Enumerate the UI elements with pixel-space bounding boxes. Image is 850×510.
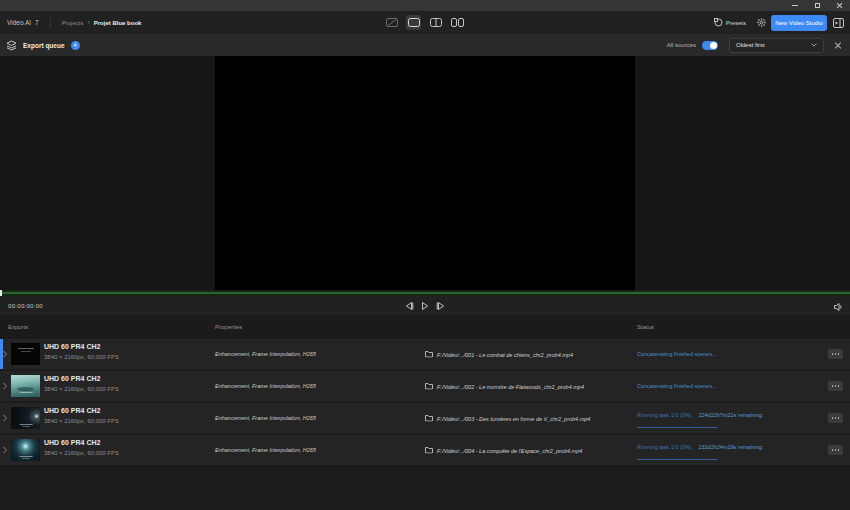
play-icon: [421, 301, 429, 310]
export-details: 3840 × 2160px, 60.000 FPS: [44, 418, 119, 424]
video-thumbnail[interactable]: [11, 343, 40, 365]
close-button[interactable]: [828, 0, 850, 11]
export-status: Running task 1/1 (0%)224d22h7m21s remain…: [637, 412, 762, 418]
maximize-button[interactable]: [806, 0, 828, 11]
main-toolbar: Video AI 7 Projects › Projet Blue book: [0, 11, 850, 34]
expand-chevron-icon[interactable]: [3, 415, 7, 422]
expand-chevron-icon[interactable]: [3, 383, 7, 390]
export-status: Running task 1/1 (0%)232d2h24m19s remain…: [637, 444, 762, 450]
maximize-icon: [815, 3, 820, 8]
export-file-path: F:/Vidéo/.../001 - Le combat de chiens_c…: [437, 351, 573, 357]
row-menu-button[interactable]: [828, 349, 843, 359]
folder-icon: [425, 383, 433, 390]
export-details: 3840 × 2160px, 60.000 FPS: [44, 450, 119, 456]
export-properties: Enhancement, Frame Interpolation, H265: [215, 447, 316, 453]
export-details: 3840 × 2160px, 60.000 FPS: [44, 354, 119, 360]
panel-icon: [833, 18, 844, 28]
column-header-properties: Properties: [215, 324, 242, 330]
export-title: UHD 60 PR4 CH2: [44, 375, 100, 382]
gear-icon: [757, 18, 766, 27]
export-row-3[interactable]: UHD 60 PR4 CH2 3840 × 2160px, 60.000 FPS…: [0, 403, 850, 433]
app-name: Video AI: [7, 19, 31, 26]
row-menu-button[interactable]: [828, 413, 843, 423]
export-row-4[interactable]: UHD 60 PR4 CH2 3840 × 2160px, 60.000 FPS…: [0, 435, 850, 465]
export-details: 3840 × 2160px, 60.000 FPS: [44, 386, 119, 392]
progress-bar: [637, 459, 717, 460]
all-sources-toggle[interactable]: [702, 41, 718, 50]
export-file-path: F:/Vidéo/.../004 - La conquête de l'Espa…: [437, 447, 582, 453]
queue-table-header: Exports Properties Status: [0, 315, 850, 339]
folder-icon: [425, 415, 433, 422]
breadcrumb-current-project[interactable]: Projet Blue book: [94, 20, 142, 26]
expand-chevron-icon[interactable]: [3, 351, 7, 358]
close-queue-button[interactable]: [834, 41, 842, 49]
video-thumbnail[interactable]: [11, 439, 40, 461]
row-menu-button[interactable]: [828, 445, 843, 455]
export-title: UHD 60 PR4 CH2: [44, 407, 100, 414]
single-view-button[interactable]: [406, 15, 421, 30]
export-row-2[interactable]: UHD 60 PR4 CH2 3840 × 2160px, 60.000 FPS…: [0, 371, 850, 401]
column-header-status: Status: [637, 324, 654, 330]
breadcrumb-separator-icon: ›: [87, 19, 89, 26]
next-frame-button[interactable]: [436, 301, 445, 310]
folder-icon: [425, 351, 433, 358]
export-properties: Enhancement, Frame Interpolation, H265: [215, 351, 316, 357]
split-view-button[interactable]: [428, 15, 443, 30]
export-queue-title: Export queue: [23, 42, 65, 49]
preview-area: [0, 56, 850, 290]
presets-button[interactable]: Presets: [714, 18, 746, 27]
folder-icon: [425, 447, 433, 454]
settings-button[interactable]: [757, 18, 766, 27]
app-window: Video AI 7 Projects › Projet Blue book: [0, 0, 850, 510]
export-queue-bar: Export queue 4 All sources Oldest first: [0, 34, 850, 56]
chevron-down-icon: [811, 43, 817, 47]
close-icon: [836, 2, 843, 9]
export-file-path: F:/Vidéo/.../002 - Le monstre de Flatwoo…: [437, 383, 584, 389]
export-title: UHD 60 PR4 CH2: [44, 343, 100, 350]
minimize-button[interactable]: [784, 0, 806, 11]
export-status[interactable]: Concatenating finished scenes...: [637, 383, 717, 389]
all-sources-label: All sources: [667, 42, 696, 48]
window-titlebar: [0, 0, 850, 11]
presets-icon: [714, 18, 723, 27]
toggle-knob: [710, 42, 717, 49]
next-frame-icon: [436, 301, 445, 310]
volume-button[interactable]: [834, 297, 843, 315]
queue-count-badge: 4: [71, 41, 80, 50]
compare-split-view-button[interactable]: [384, 15, 399, 30]
export-file-path: F:/Vidéo/.../003 - Des lumières en forme…: [437, 415, 590, 421]
export-row-1[interactable]: UHD 60 PR4 CH2 3840 × 2160px, 60.000 FPS…: [0, 339, 850, 369]
timeline-track: [0, 292, 850, 294]
view-mode-group: [384, 11, 465, 34]
previous-frame-icon: [405, 301, 414, 310]
transport-bar: 00:00:00:00: [0, 296, 850, 315]
timecode-display: 00:00:00:00: [8, 303, 43, 309]
breadcrumb-projects[interactable]: Projects: [62, 20, 84, 26]
toolbar-divider: [50, 17, 51, 28]
export-properties: Enhancement, Frame Interpolation, H265: [215, 415, 316, 421]
sort-order-dropdown[interactable]: Oldest first: [729, 38, 824, 53]
play-button[interactable]: [421, 301, 429, 310]
export-status[interactable]: Concatenating finished scenes...: [637, 351, 717, 357]
video-canvas[interactable]: [215, 56, 635, 290]
panel-toggle-button[interactable]: [833, 18, 844, 28]
export-properties: Enhancement, Frame Interpolation, H265: [215, 383, 316, 389]
side-by-side-view-button[interactable]: [450, 15, 465, 30]
expand-chevron-icon[interactable]: [3, 447, 7, 454]
queue-layers-icon: [6, 40, 17, 51]
progress-bar: [637, 427, 717, 428]
previous-frame-button[interactable]: [405, 301, 414, 310]
row-menu-button[interactable]: [828, 381, 843, 391]
video-thumbnail[interactable]: [11, 407, 40, 429]
export-queue-list: UHD 60 PR4 CH2 3840 × 2160px, 60.000 FPS…: [0, 339, 850, 467]
speaker-icon: [834, 303, 843, 311]
app-version: 7: [35, 19, 39, 26]
minimize-icon: [792, 5, 798, 6]
export-title: UHD 60 PR4 CH2: [44, 439, 100, 446]
bottom-filler: [0, 467, 850, 510]
column-header-exports: Exports: [8, 324, 28, 330]
new-video-studio-button[interactable]: New Video Studio: [771, 15, 827, 31]
video-thumbnail[interactable]: [11, 375, 40, 397]
